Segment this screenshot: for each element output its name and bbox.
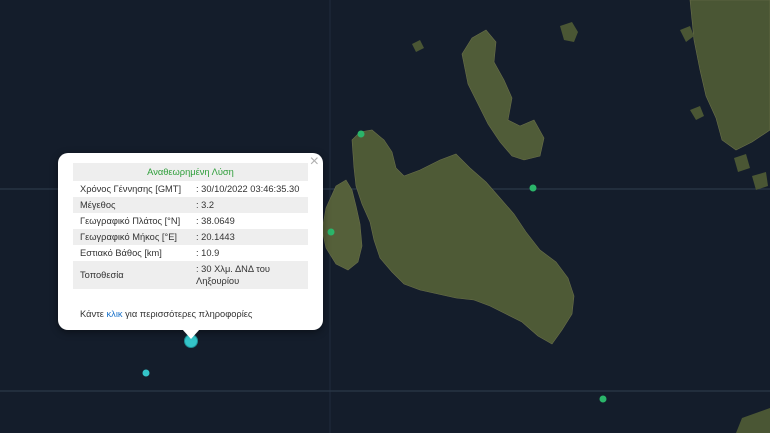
row-value: : 30 Χλμ. ΔΝΔ του Ληξουρίου [192, 261, 308, 289]
table-row: Τοποθεσία : 30 Χλμ. ΔΝΔ του Ληξουρίου [73, 261, 308, 289]
table-row: Γεωγραφικό Μήκος [°E] : 20.1443 [73, 229, 308, 245]
earthquake-info-popup: × Αναθεωρημένη Λύση Χρόνος Γέννησης [GMT… [58, 153, 323, 339]
table-row: Χρόνος Γέννησης [GMT] : 30/10/2022 03:46… [73, 181, 308, 197]
earthquake-marker[interactable] [599, 395, 607, 403]
row-label: Τοποθεσία [73, 261, 192, 289]
table-row: Μέγεθος : 3.2 [73, 197, 308, 213]
earthquake-marker[interactable] [357, 130, 365, 138]
row-value: : 10.9 [196, 248, 220, 258]
table-row: Γεωγραφικό Πλάτος [°N] : 38.0649 [73, 213, 308, 229]
row-value: : 20.1443 [192, 229, 308, 245]
earthquake-marker[interactable] [327, 228, 335, 236]
footer-suffix: για περισσότερες πληροφορίες [122, 309, 253, 319]
row-value: : 38.0649 [196, 216, 235, 226]
info-table: Αναθεωρημένη Λύση Χρόνος Γέννησης [GMT] … [73, 163, 308, 289]
earthquake-marker[interactable] [142, 369, 150, 377]
row-value: : 3.2 [192, 197, 308, 213]
earthquake-marker[interactable] [529, 184, 537, 192]
row-label: Εστιακό Βάθος [km] [80, 248, 162, 258]
more-info-link[interactable]: κλικ [107, 309, 123, 319]
row-label: Μέγεθος [73, 197, 192, 213]
close-icon[interactable]: × [310, 154, 319, 170]
row-label: Γεωγραφικό Μήκος [°E] [73, 229, 192, 245]
popup-tip [182, 329, 200, 339]
popup-title: Αναθεωρημένη Λύση [73, 163, 308, 181]
row-value: : 30/10/2022 03:46:35.30 [196, 184, 300, 194]
row-label: Γεωγραφικό Πλάτος [°N] [80, 216, 181, 226]
row-label: Χρόνος Γέννησης [GMT] [80, 184, 182, 194]
table-row: Εστιακό Βάθος [km] : 10.9 [73, 245, 308, 261]
footer-prefix: Κάντε [80, 309, 107, 319]
popup-footer: Κάντε κλικ για περισσότερες πληροφορίες [80, 309, 252, 319]
